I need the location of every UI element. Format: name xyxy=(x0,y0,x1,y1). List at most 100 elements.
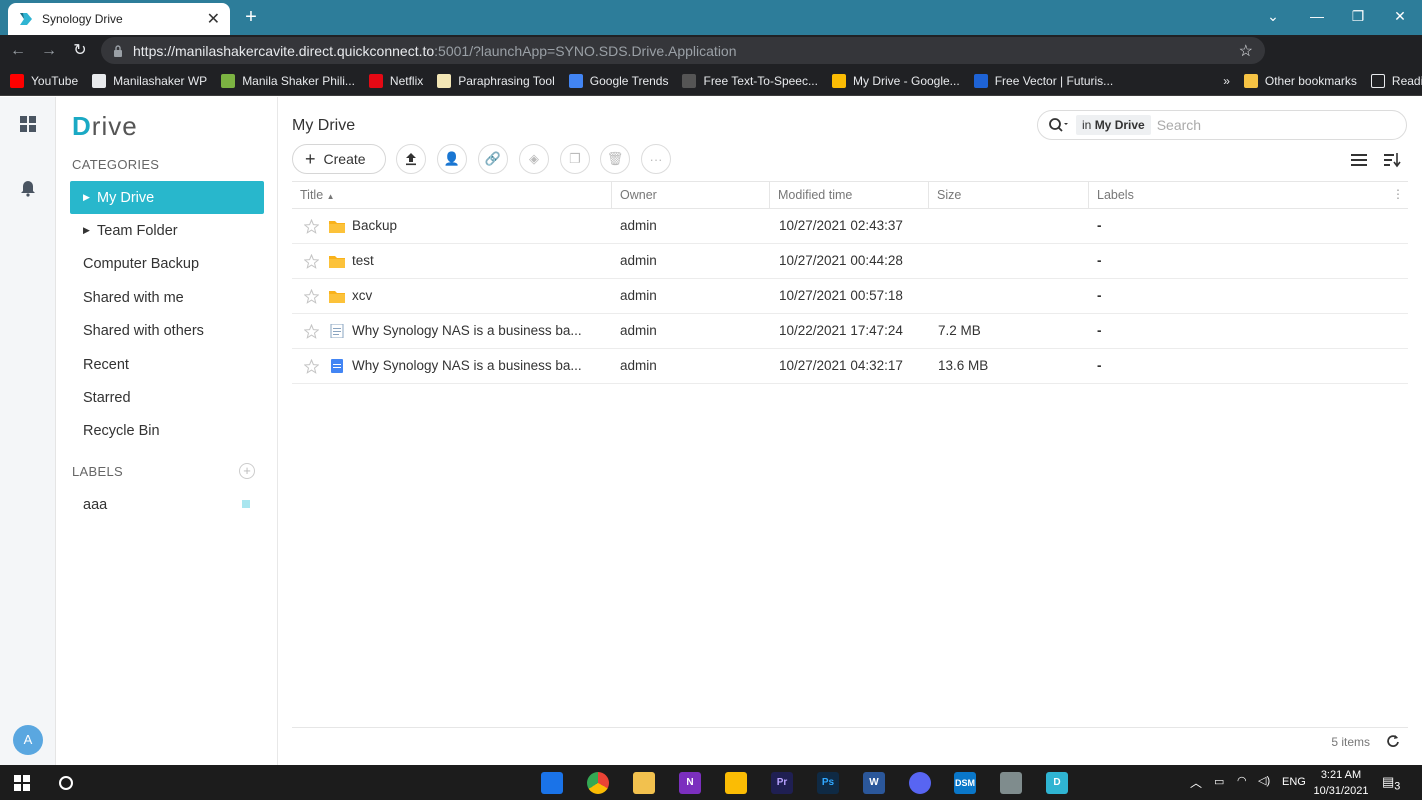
file-explorer-icon[interactable] xyxy=(633,772,655,794)
windows-start-icon[interactable] xyxy=(14,775,30,791)
table-row[interactable]: Why Synology NAS is a business ba... admi… xyxy=(292,314,1408,349)
list-view-icon[interactable] xyxy=(1350,152,1368,168)
bookmark-item[interactable]: Netflix xyxy=(368,73,423,88)
sidebar-item-computer-backup[interactable]: Computer Backup xyxy=(70,248,264,281)
sidebar-item-recent[interactable]: Recent xyxy=(70,348,264,381)
file-name[interactable]: Why Synology NAS is a business ba... xyxy=(352,314,582,348)
search-box[interactable]: in My Drive xyxy=(1037,110,1407,140)
sidebar-item-shared-with-others[interactable]: Shared with others xyxy=(70,315,264,348)
bookmark-item[interactable]: Manilashaker WP xyxy=(92,73,207,88)
file-name[interactable]: xcv xyxy=(352,279,372,313)
star-icon[interactable] xyxy=(304,254,319,269)
table-row[interactable]: xcv admin 10/27/2021 00:57:18 - xyxy=(292,279,1408,314)
sidebar-item-starred[interactable]: Starred xyxy=(70,381,264,414)
keep-app-icon[interactable] xyxy=(725,772,747,794)
file-name[interactable]: test xyxy=(352,244,374,278)
other-bookmarks[interactable]: Other bookmarks xyxy=(1243,73,1357,88)
notification-center-icon[interactable]: ▤3 xyxy=(1382,774,1400,793)
star-icon[interactable] xyxy=(304,289,319,304)
tab-search-icon[interactable]: ⌄ xyxy=(1251,0,1295,35)
calendar-app-icon[interactable] xyxy=(541,772,563,794)
table-row[interactable]: test admin 10/27/2021 00:44:28 - xyxy=(292,244,1408,279)
sidebar-item-my-drive[interactable]: ▶ My Drive xyxy=(70,181,264,214)
tray-chevron-icon[interactable]: ︿ xyxy=(1190,774,1202,791)
file-modified: 10/22/2021 17:47:24 xyxy=(779,323,903,338)
add-label-icon[interactable]: + xyxy=(239,463,255,479)
delete-button[interactable]: 🗑 xyxy=(600,144,630,174)
browser-tab[interactable]: Synology Drive ✕ xyxy=(8,3,230,35)
new-tab-icon[interactable]: + xyxy=(240,6,262,28)
cortana-search-icon[interactable] xyxy=(58,775,74,791)
sidebar-item-team-folder[interactable]: ▶ Team Folder xyxy=(70,214,264,247)
search-scope[interactable]: in My Drive xyxy=(1076,115,1151,135)
clock-date[interactable]: 10/31/2021 xyxy=(1310,785,1372,797)
clock-time[interactable]: 3:21 AM xyxy=(1310,769,1372,781)
bookmark-item[interactable]: Google Trends xyxy=(568,73,668,88)
link-button[interactable]: 🔗 xyxy=(478,144,508,174)
table-row[interactable]: Why Synology NAS is a business ba... admi… xyxy=(292,349,1408,384)
sort-icon[interactable] xyxy=(1383,152,1401,168)
label-item-aaa[interactable]: aaa xyxy=(70,488,264,521)
tab-close-icon[interactable]: ✕ xyxy=(207,9,220,29)
file-name[interactable]: Backup xyxy=(352,209,397,243)
more-button[interactable]: ··· xyxy=(641,144,671,174)
network-app-icon[interactable] xyxy=(1000,772,1022,794)
star-icon[interactable] xyxy=(304,219,319,234)
label-button[interactable]: ◈ xyxy=(519,144,549,174)
reload-icon[interactable]: ↻ xyxy=(67,38,93,64)
share-user-button[interactable]: 👤 xyxy=(437,144,467,174)
column-labels[interactable]: Labels xyxy=(1089,182,1408,208)
star-icon[interactable] xyxy=(304,359,319,374)
discord-app-icon[interactable] xyxy=(909,772,931,794)
upload-button[interactable] xyxy=(396,144,426,174)
column-title[interactable]: Title ▲ xyxy=(292,182,612,208)
column-size[interactable]: Size xyxy=(929,182,1089,208)
volume-icon[interactable]: ◁) xyxy=(1258,774,1270,787)
dsm-app-icon[interactable]: DSM xyxy=(954,772,976,794)
minimize-icon[interactable]: — xyxy=(1295,0,1339,35)
restore-icon[interactable]: ❐ xyxy=(1336,0,1380,35)
file-name[interactable]: Why Synology NAS is a business ba... xyxy=(352,349,582,383)
language-indicator[interactable]: ENG xyxy=(1282,776,1306,788)
refresh-icon[interactable] xyxy=(1386,734,1400,748)
bookmark-item[interactable]: Free Text-To-Speec... xyxy=(682,73,818,88)
column-owner[interactable]: Owner xyxy=(612,182,770,208)
close-window-icon[interactable]: ✕ xyxy=(1378,0,1422,35)
column-modified[interactable]: Modified time xyxy=(770,182,929,208)
file-labels: - xyxy=(1097,323,1102,338)
bookmark-item[interactable]: YouTube xyxy=(10,73,78,88)
add-user-icon: 👤 xyxy=(443,151,461,166)
avatar[interactable]: A xyxy=(13,725,43,755)
premiere-app-icon[interactable]: Pr xyxy=(771,772,793,794)
create-button[interactable]: + Create xyxy=(292,144,386,174)
sidebar-item-shared-with-me[interactable]: Shared with me xyxy=(70,281,264,314)
column-options-icon[interactable]: ⋮ xyxy=(1392,187,1404,201)
synology-drive-app-icon[interactable]: D xyxy=(1046,772,1068,794)
more-bookmarks-icon[interactable]: » xyxy=(1223,74,1230,88)
wifi-icon[interactable]: ◠ xyxy=(1237,774,1247,787)
search-icon[interactable] xyxy=(1048,117,1068,133)
photoshop-app-icon[interactable]: Ps xyxy=(817,772,839,794)
bookmark-item[interactable]: Paraphrasing Tool xyxy=(437,73,555,88)
copy-button[interactable]: ❐ xyxy=(560,144,590,174)
back-icon[interactable]: ← xyxy=(5,38,31,64)
lock-icon xyxy=(114,44,122,57)
bookmark-star-icon[interactable]: ☆ xyxy=(1239,41,1253,61)
onenote-app-icon[interactable]: N xyxy=(679,772,701,794)
word-app-icon[interactable]: W xyxy=(863,772,885,794)
notification-bell-icon[interactable] xyxy=(18,178,38,198)
search-input[interactable] xyxy=(1156,117,1387,133)
chrome-app-icon[interactable] xyxy=(587,772,609,794)
table-row[interactable]: Backup admin 10/27/2021 02:43:37 - xyxy=(292,209,1408,244)
reading-list[interactable]: Reading list xyxy=(1370,73,1422,88)
bookmark-item[interactable]: Free Vector | Futuris... xyxy=(973,73,1113,88)
forward-icon[interactable]: → xyxy=(36,38,62,64)
sidebar-item-recycle-bin[interactable]: Recycle Bin xyxy=(70,415,264,448)
apps-grid-icon[interactable] xyxy=(18,114,38,134)
bookmark-item[interactable]: Manila Shaker Phili... xyxy=(221,73,355,88)
battery-icon[interactable]: ▭ xyxy=(1214,775,1224,788)
address-bar[interactable]: https://manilashakercavite.direct.quickc… xyxy=(101,37,1265,64)
star-icon[interactable] xyxy=(304,324,319,339)
caret-right-icon: ▶ xyxy=(83,225,90,236)
bookmark-item[interactable]: My Drive - Google... xyxy=(831,73,960,88)
